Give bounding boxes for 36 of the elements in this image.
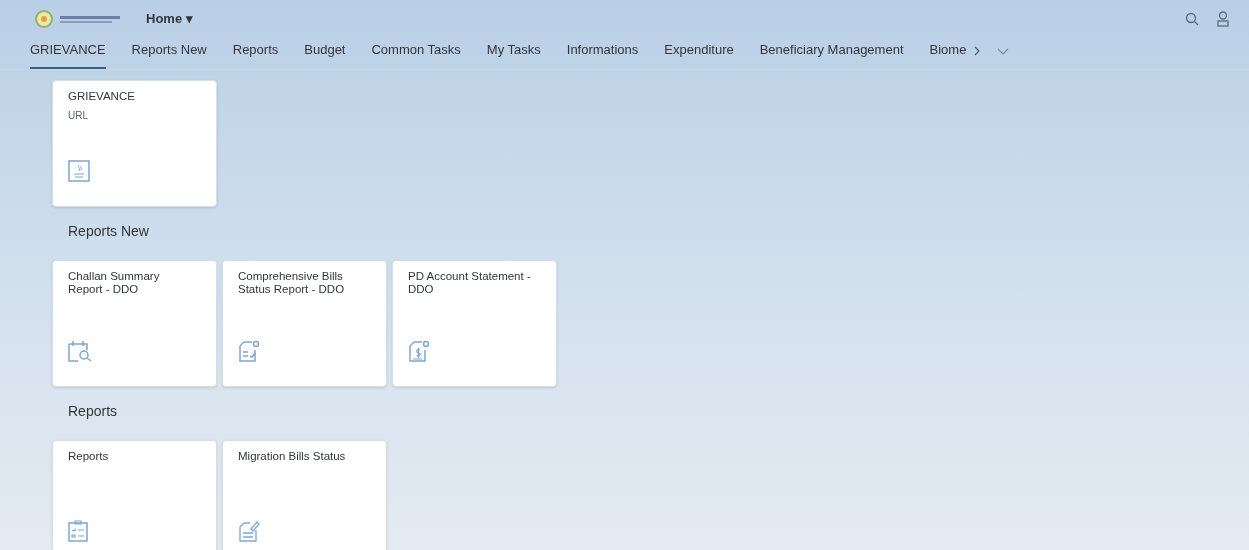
dollar-document-icon [408,340,430,362]
app-tile[interactable]: PD Account Statement - DDO [392,260,557,387]
tab[interactable]: Informations [566,39,639,69]
cup-icon [68,160,90,182]
section-heading: Reports New [68,222,149,241]
tile-title: PD Account Statement - DDO [408,270,532,296]
calendar-search-icon [68,340,94,362]
tab[interactable]: GRIEVANCE [30,39,106,69]
tab[interactable]: Biome [929,39,967,69]
section-heading: Reports [68,402,118,421]
app-tile[interactable]: Migration Bills Status [222,440,387,550]
home-menu[interactable]: Home ▾ [146,9,193,29]
document-pen-icon [238,520,260,542]
app-tile[interactable]: GRIEVANCE URL [52,80,217,207]
user-icon[interactable] [1217,11,1229,27]
document-search-icon [238,340,260,362]
tab[interactable]: Budget [304,39,346,69]
tile-title: GRIEVANCE [68,90,135,103]
tile-title: Challan Summary Report - DDO [68,270,161,296]
tab[interactable]: Reports New [131,39,207,69]
tab[interactable]: Beneficiary Management [759,39,904,69]
tile-title: Reports [68,450,109,463]
app-tile[interactable]: Comprehensive Bills Status Report - DDO [222,260,387,387]
chevron-right-icon[interactable] [974,46,982,56]
search-icon[interactable] [1185,12,1199,26]
tile-title: Migration Bills Status [238,450,346,463]
tile-subtitle: URL [68,109,89,123]
tile-title: Comprehensive Bills Status Report - DDO [238,270,346,296]
chevron-down-icon[interactable] [997,48,1010,56]
tab[interactable]: Reports [232,39,279,69]
tab[interactable]: My Tasks [486,39,541,69]
tab[interactable]: Common Tasks [371,39,461,69]
tab[interactable]: Expenditure [664,39,734,69]
clipboard-icon [68,520,88,542]
app-tile[interactable]: Challan Summary Report - DDO [52,260,217,387]
app-tile[interactable]: Reports [52,440,217,550]
